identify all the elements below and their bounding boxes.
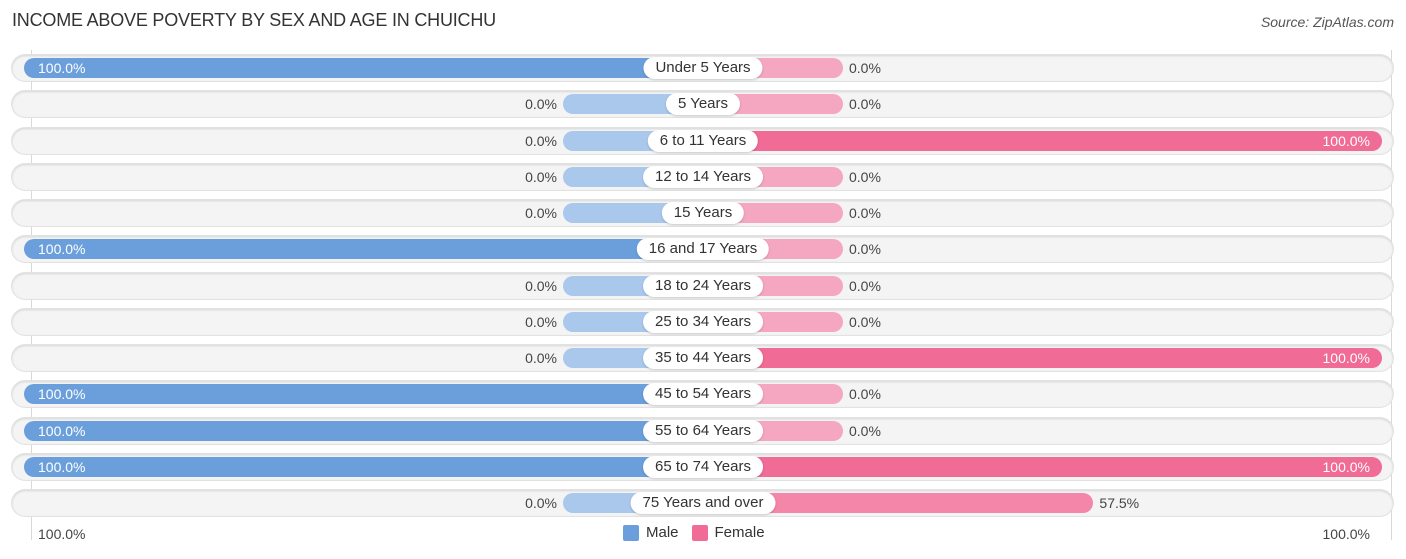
value-label-male: 100.0% xyxy=(38,241,86,258)
legend-item-male[interactable]: Male xyxy=(623,524,679,541)
axis-label-right: 100.0% xyxy=(1322,526,1370,542)
value-label-female: 0.0% xyxy=(849,60,881,76)
category-label: 12 to 14 Years xyxy=(643,165,763,188)
category-label: 75 Years and over xyxy=(630,492,776,514)
value-label-female: 0.0% xyxy=(849,168,881,185)
value-label-male: 100.0% xyxy=(38,60,86,76)
value-label-male: 100.0% xyxy=(38,422,86,439)
value-label-male: 0.0% xyxy=(525,96,557,113)
value-label-male: 0.0% xyxy=(525,350,557,366)
legend-item-female[interactable]: Female xyxy=(691,524,765,541)
value-label-female: 0.0% xyxy=(849,241,881,258)
value-label-female: 0.0% xyxy=(849,205,881,221)
bar-male[interactable] xyxy=(24,420,703,441)
legend-label-female: Female xyxy=(714,524,765,541)
category-label: Under 5 Years xyxy=(643,57,763,79)
value-label-male: 0.0% xyxy=(525,168,557,185)
axis-label-left: 100.0% xyxy=(38,526,86,542)
value-label-male: 0.0% xyxy=(525,132,557,149)
bar-male[interactable] xyxy=(24,384,703,405)
value-label-female: 0.0% xyxy=(849,96,881,113)
value-label-female: 57.5% xyxy=(1099,495,1140,511)
category-label: 16 and 17 Years xyxy=(636,238,770,261)
category-label: 45 to 54 Years xyxy=(643,383,763,406)
value-label-female: 100.0% xyxy=(1322,350,1370,366)
value-label-male: 0.0% xyxy=(525,205,557,221)
category-label: 15 Years xyxy=(661,202,745,224)
value-label-female: 0.0% xyxy=(849,386,881,403)
legend: Male Female xyxy=(623,524,778,541)
legend-swatch-female xyxy=(691,524,708,541)
value-label-female: 100.0% xyxy=(1322,132,1370,149)
category-label: 25 to 34 Years xyxy=(643,310,763,333)
value-label-female: 100.0% xyxy=(1322,458,1370,475)
bar-female[interactable] xyxy=(703,348,1382,368)
category-label: 6 to 11 Years xyxy=(647,129,759,152)
bar-male[interactable] xyxy=(24,239,703,260)
bar-male[interactable] xyxy=(24,58,703,78)
value-label-male: 100.0% xyxy=(38,458,86,475)
category-label: 5 Years xyxy=(665,93,741,116)
value-label-male: 0.0% xyxy=(525,313,557,330)
value-label-female: 0.0% xyxy=(849,313,881,330)
chart-area: 100.0% 0.0% Under 5 Years 0.0% 0.0% 5 Years 0.… xyxy=(0,0,1406,559)
category-label: 55 to 64 Years xyxy=(643,419,763,442)
value-label-male: 0.0% xyxy=(525,277,557,294)
value-label-male: 100.0% xyxy=(38,386,86,403)
bar-female[interactable] xyxy=(703,130,1382,151)
value-label-female: 0.0% xyxy=(849,277,881,294)
category-label: 18 to 24 Years xyxy=(643,274,763,297)
legend-swatch-male xyxy=(623,524,639,541)
category-label: 65 to 74 Years xyxy=(643,455,763,478)
value-label-male: 0.0% xyxy=(525,495,557,511)
bar-female[interactable] xyxy=(703,456,1382,477)
value-label-female: 0.0% xyxy=(849,422,881,439)
category-label: 35 to 44 Years xyxy=(643,347,763,369)
bar-male[interactable] xyxy=(24,456,703,477)
legend-label-male: Male xyxy=(646,524,679,541)
